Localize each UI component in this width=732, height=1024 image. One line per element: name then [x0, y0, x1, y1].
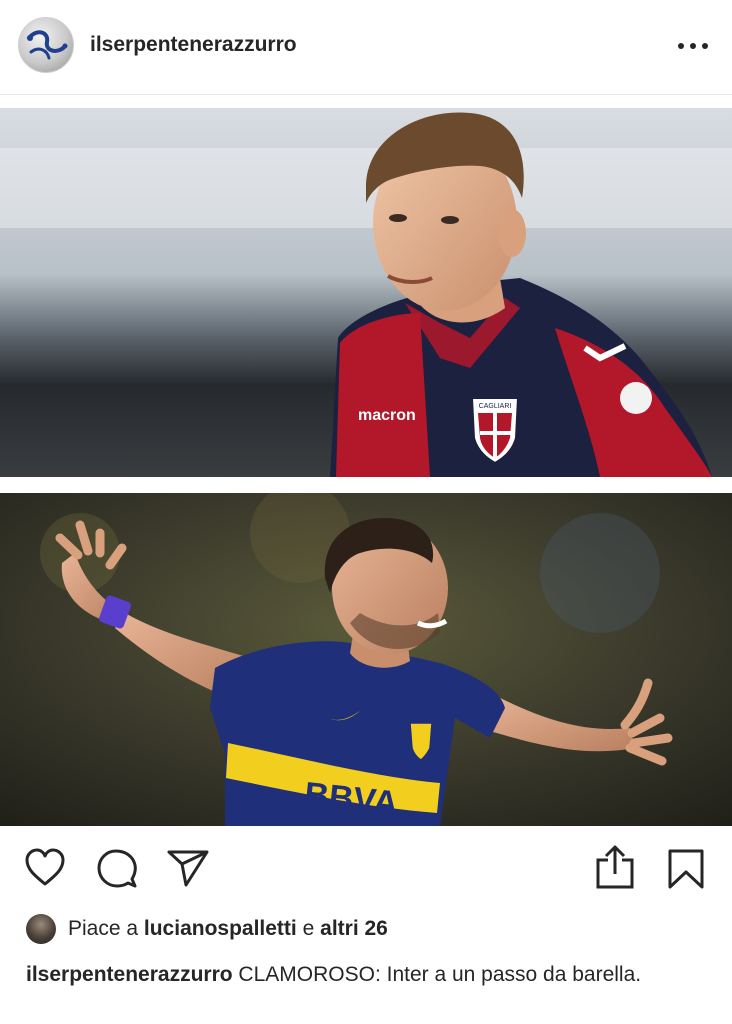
send-icon[interactable]	[166, 848, 210, 888]
bookmark-icon[interactable]	[666, 848, 706, 890]
sponsor-text-top: macron	[358, 407, 416, 424]
post-caption: ilserpentenerazzurro CLAMOROSO: Inter a …	[26, 960, 706, 989]
share-upload-icon[interactable]	[594, 844, 636, 890]
snake-logo-icon	[27, 30, 68, 60]
profile-avatar[interactable]	[18, 17, 74, 73]
likes-user[interactable]: lucianospalletti	[144, 917, 297, 940]
cagliari-player-photo: CAGLIARI macron	[0, 108, 732, 477]
caption-username[interactable]: ilserpentenerazzurro	[26, 963, 233, 986]
post-actions	[0, 840, 732, 900]
likes-text[interactable]: Piace a lucianospalletti e altri 26	[68, 917, 388, 941]
liker-avatar	[26, 914, 56, 944]
post-header: ilserpentenerazzurro	[0, 0, 732, 95]
post-username[interactable]: ilserpentenerazzurro	[90, 33, 297, 57]
likes-joiner: e	[302, 917, 315, 940]
comment-icon[interactable]	[96, 848, 138, 890]
more-horizontal-icon[interactable]	[676, 42, 710, 50]
photo-divider	[0, 477, 732, 493]
likes-prefix: Piace a	[68, 917, 139, 940]
boca-player-photo: BBVA	[0, 493, 732, 826]
likes-row[interactable]: Piace a lucianospalletti e altri 26	[26, 913, 388, 945]
crest-text: CAGLIARI	[479, 403, 512, 410]
caption-text: CLAMOROSO: Inter a un passo da barella.	[238, 963, 642, 986]
heart-icon[interactable]	[24, 848, 66, 888]
post-photo-bottom[interactable]: BBVA	[0, 493, 732, 826]
post-photo-top[interactable]: CAGLIARI macron	[0, 108, 732, 477]
likes-others[interactable]: altri 26	[320, 917, 388, 940]
